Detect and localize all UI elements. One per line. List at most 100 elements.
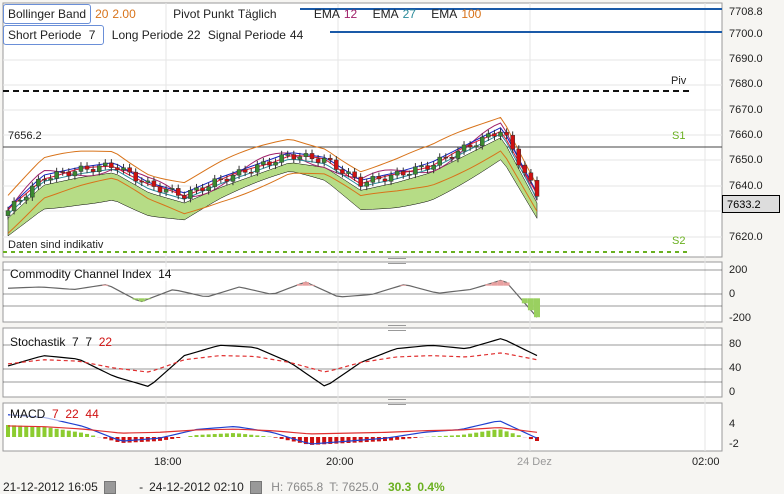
- macd-bar: [492, 429, 497, 437]
- macd-bar: [480, 431, 485, 437]
- macd-bar: [431, 436, 436, 437]
- ema1-val: 12: [343, 7, 358, 21]
- macd-bar: [504, 431, 509, 437]
- macd-bar: [468, 433, 473, 437]
- pivot-legend[interactable]: Pivot Punkt: [173, 7, 234, 21]
- macd-bar: [279, 437, 284, 439]
- cci-label: Commodity Channel Index 14: [10, 267, 172, 281]
- macd-bar: [6, 425, 10, 437]
- candle: [127, 167, 132, 173]
- candle: [11, 200, 17, 211]
- panel-resize-handle[interactable]: [388, 258, 406, 264]
- candle: [182, 195, 187, 199]
- candle: [352, 171, 357, 178]
- candle: [473, 145, 479, 148]
- time-tick: 20:00: [326, 456, 354, 468]
- macd-bar: [12, 425, 17, 437]
- calendar-icon[interactable]: [103, 481, 116, 494]
- macd-bar: [103, 437, 108, 439]
- macd-bar: [455, 435, 460, 437]
- stoch-axis-0: 0: [729, 386, 736, 398]
- macd-bar: [237, 433, 242, 437]
- macd-bar: [48, 427, 53, 437]
- macd-bar: [273, 437, 278, 438]
- ema1-legend[interactable]: EMA: [314, 7, 340, 21]
- candle: [96, 165, 102, 172]
- date-separator: -: [139, 480, 144, 494]
- candle: [400, 171, 406, 176]
- macd-bar: [218, 433, 223, 437]
- ema3-legend[interactable]: EMA: [431, 7, 457, 21]
- macd-bar: [255, 435, 260, 437]
- candle: [358, 176, 363, 187]
- candle: [133, 171, 138, 182]
- macd-bar: [498, 429, 503, 437]
- candle: [242, 169, 248, 173]
- candle: [413, 166, 418, 175]
- s1-label: S1: [672, 130, 686, 142]
- macd-bar: [18, 425, 23, 437]
- calendar-icon[interactable]: [249, 481, 262, 494]
- candle: [328, 157, 333, 161]
- candle: [54, 171, 59, 179]
- price-tick: 7700.0: [729, 28, 763, 40]
- chart-canvas[interactable]: [0, 0, 784, 494]
- macd-bar: [72, 431, 77, 437]
- ema2-val: 27: [402, 7, 416, 21]
- candle: [66, 171, 72, 177]
- candle: [230, 174, 236, 182]
- macd-bar: [54, 428, 59, 437]
- candle: [321, 157, 327, 163]
- short-period-legend[interactable]: Short Periode 7: [3, 25, 105, 45]
- macd-bar: [261, 436, 266, 437]
- cci-axis-0: 0: [729, 288, 736, 300]
- date-to[interactable]: 24-12-2012 02:10: [149, 480, 244, 494]
- macd-bar: [516, 435, 521, 437]
- macd-p3: 44: [85, 407, 99, 421]
- panel-resize-handle[interactable]: [388, 399, 406, 405]
- candle: [480, 136, 485, 147]
- date-from[interactable]: 21-12-2012 16:05: [3, 480, 98, 494]
- change-value: 30.3: [387, 480, 412, 494]
- signal-period-label: Signal Periode: [207, 28, 286, 42]
- short-period-val: 7: [88, 28, 96, 42]
- price-tick: 7680.0: [729, 78, 763, 90]
- macd-bar: [352, 437, 357, 443]
- cci-axis-200: 200: [729, 264, 748, 276]
- macd-bar: [340, 437, 345, 444]
- macd-bar: [413, 437, 418, 438]
- stoch-axis-40: 40: [729, 362, 742, 374]
- candle: [443, 156, 449, 159]
- candle: [394, 171, 400, 176]
- stoch-axis-80: 80: [729, 338, 742, 350]
- candle: [498, 131, 503, 137]
- macd-bar: [443, 435, 448, 437]
- macd-bar: [395, 437, 400, 440]
- macd-bar: [346, 437, 351, 443]
- ema2-legend[interactable]: EMA: [373, 7, 399, 21]
- macd-bar: [230, 433, 235, 437]
- candle: [163, 189, 169, 193]
- low-value: T: 7625.0: [329, 480, 379, 494]
- macd-name: MACD: [10, 407, 46, 421]
- price-tick: 7708.8: [729, 6, 763, 18]
- candle: [72, 171, 78, 177]
- macd-bar: [486, 430, 491, 437]
- candle: [388, 174, 394, 182]
- macd-bar: [510, 433, 515, 437]
- candle: [36, 178, 41, 187]
- macd-bar: [462, 434, 467, 437]
- macd-axis-4: 4: [729, 418, 736, 430]
- macd-bar: [24, 425, 29, 437]
- candle: [431, 164, 436, 170]
- bollinger-legend[interactable]: Bollinger Band: [3, 4, 92, 24]
- candle: [169, 188, 175, 190]
- candle: [492, 133, 497, 137]
- candle: [109, 162, 114, 168]
- time-tick: 02:00: [692, 456, 720, 468]
- candle: [145, 180, 151, 183]
- price-tick: 7650.0: [729, 154, 763, 166]
- high-value: H: 7665.8: [271, 480, 324, 494]
- footer-bar: 21-12-2012 16:05 -24-12-2012 02:10 H: 76…: [3, 480, 451, 494]
- panel-resize-handle[interactable]: [388, 325, 406, 331]
